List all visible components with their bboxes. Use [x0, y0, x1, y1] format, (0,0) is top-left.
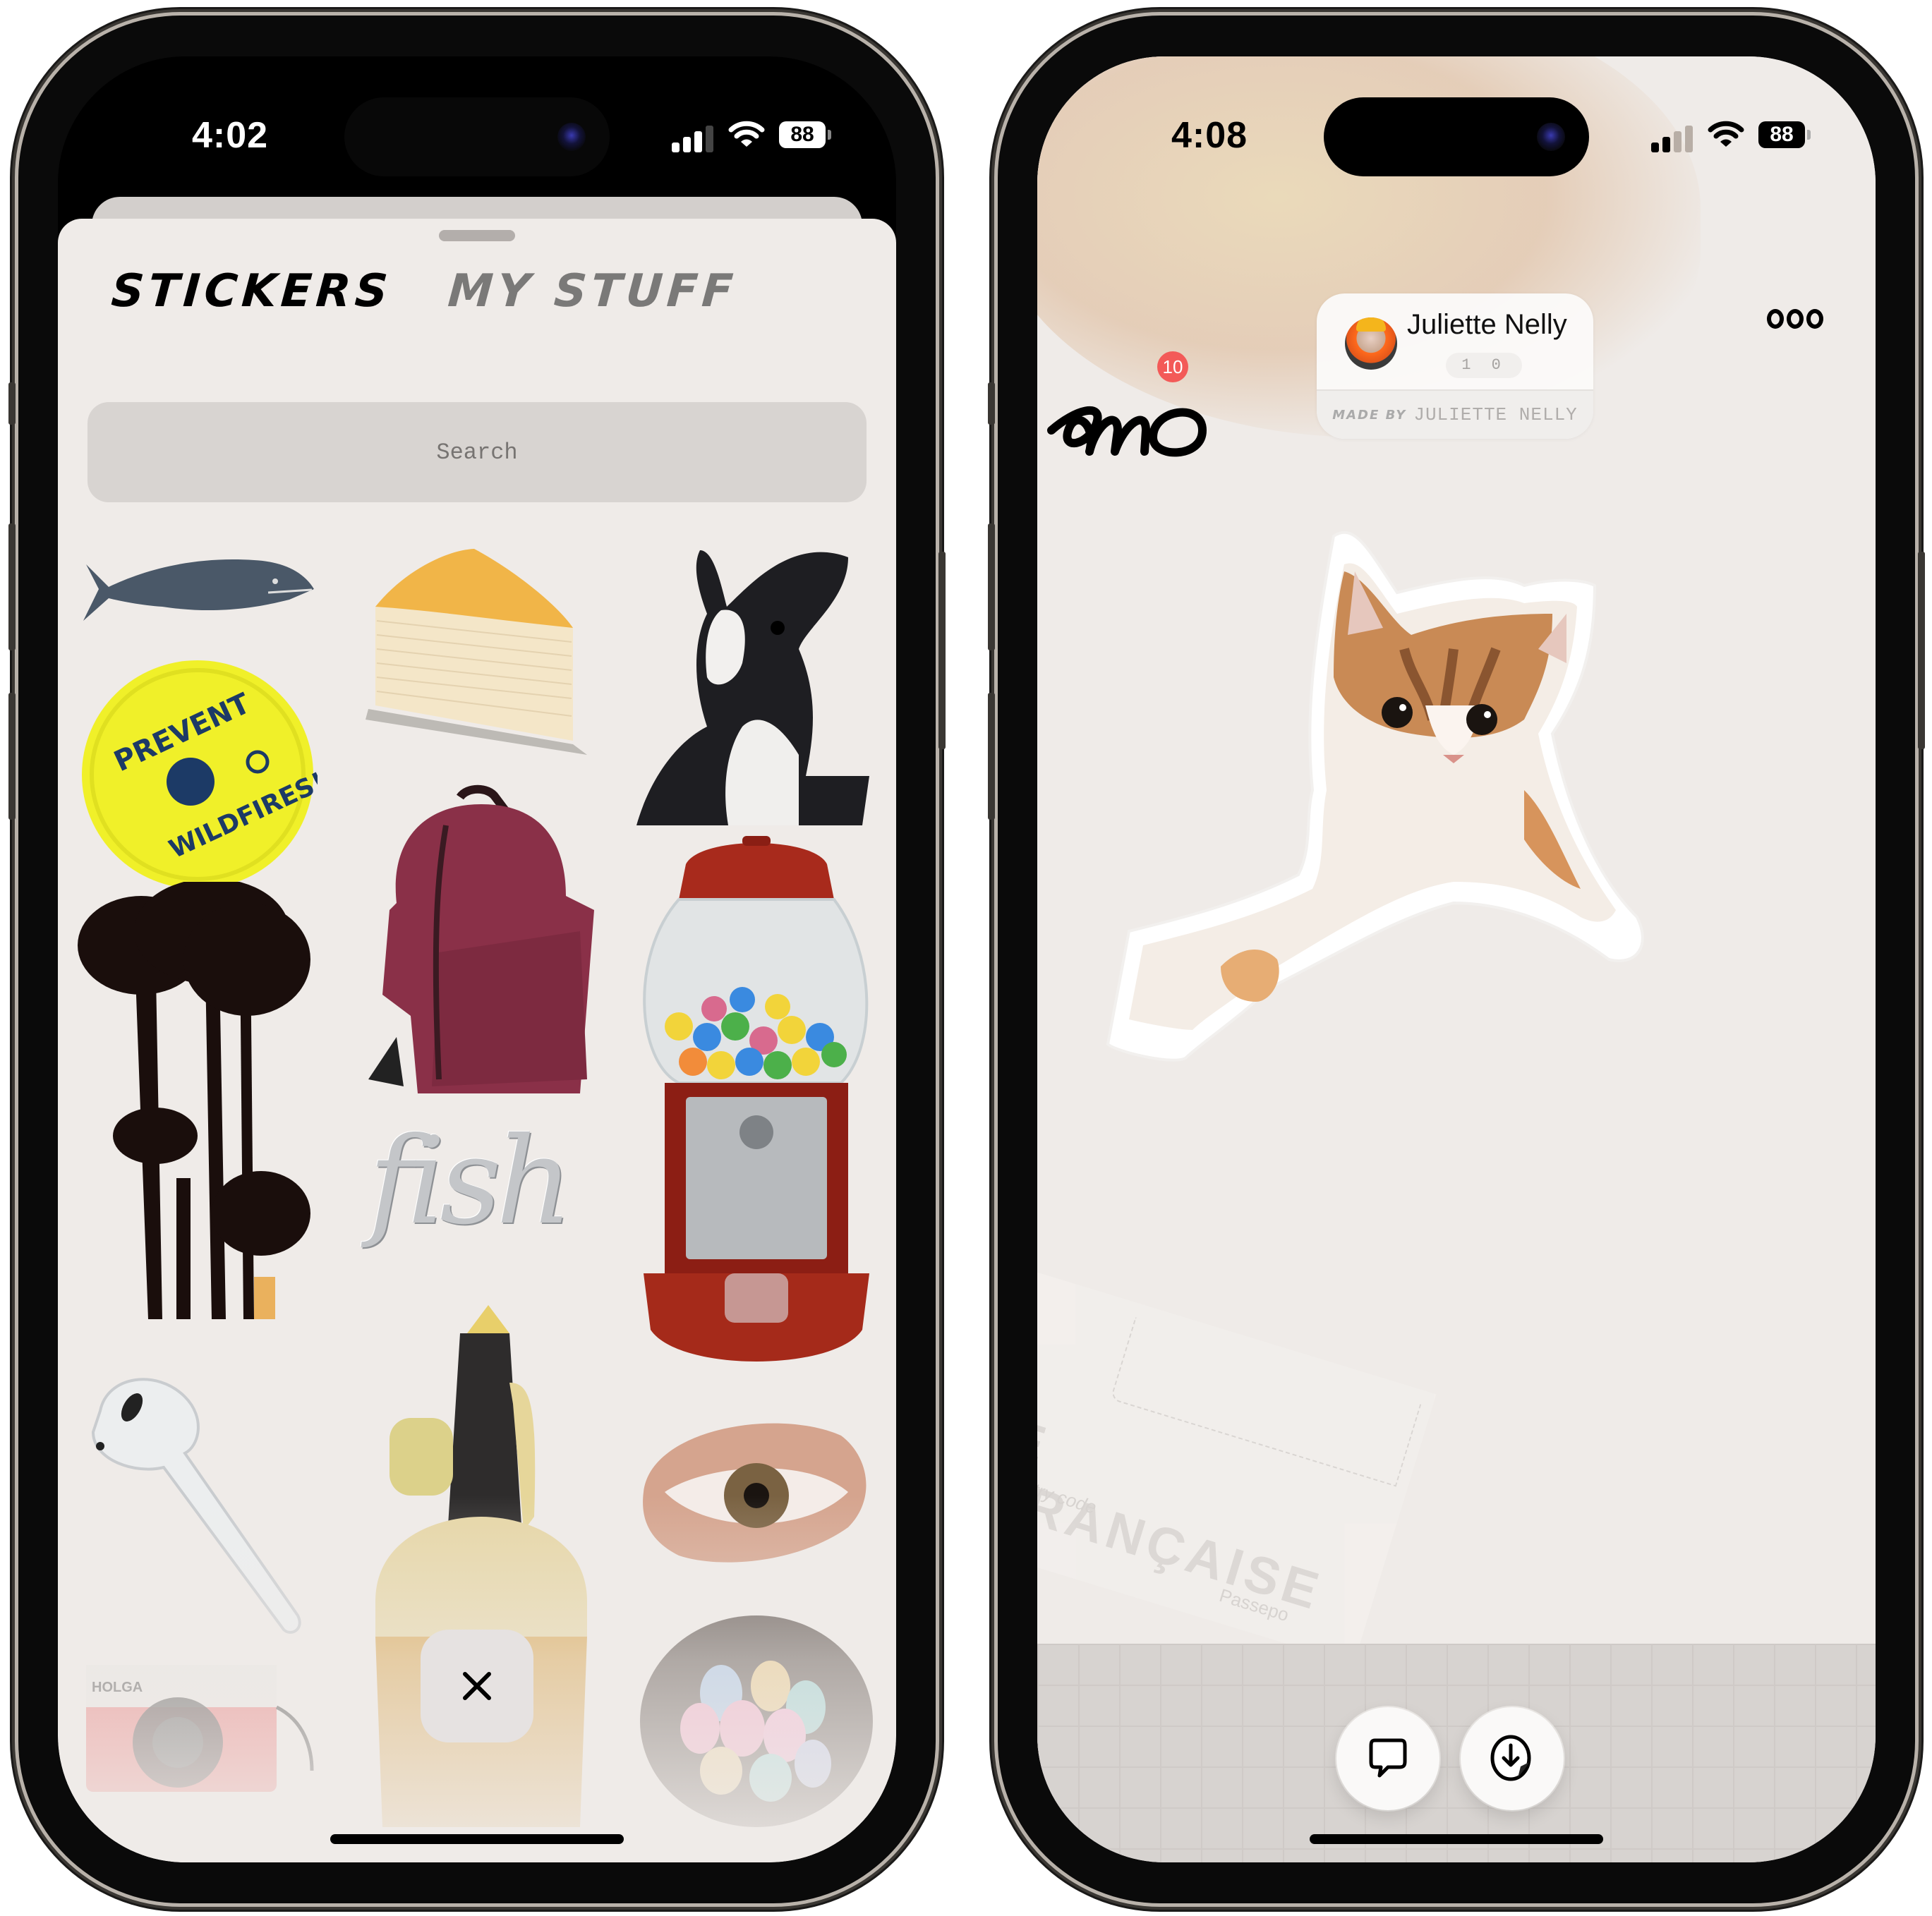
wifi-icon — [728, 121, 765, 147]
volume-down-button — [988, 693, 995, 820]
more-dot-icon — [1806, 309, 1823, 329]
sticker-airpod[interactable] — [79, 1369, 347, 1637]
sticker-rabbit[interactable] — [636, 543, 876, 825]
sticker-palm-trees[interactable] — [78, 882, 318, 1319]
creator-name[interactable]: Juliette Nelly — [1407, 309, 1567, 341]
made-by-row: MADE BY JULIETTE NELLY — [1317, 389, 1593, 439]
action-buttons — [1336, 1707, 1564, 1810]
amo-logo[interactable] — [1047, 381, 1216, 466]
sticker-backpack[interactable] — [354, 783, 615, 1108]
sticker-kitten[interactable] — [1101, 508, 1708, 1115]
sticker-holga-camera[interactable]: HOLGA — [79, 1651, 319, 1806]
phone-left: 4:02 88 STICKERS MY STUFF Search PREVENT… — [8, 16, 946, 1903]
sticker-sheet: STICKERS MY STUFF Search PREVENT WILDFIR… — [58, 219, 896, 1862]
sticker-egg-nest[interactable] — [636, 1601, 876, 1827]
camera-icon — [1537, 123, 1565, 151]
search-input[interactable]: Search — [87, 402, 867, 502]
more-dot-icon — [1767, 309, 1784, 329]
signal-icon — [1651, 124, 1693, 152]
status-time: 4:08 — [1171, 115, 1248, 156]
sheet-grabber[interactable] — [439, 230, 515, 241]
creator-header: Juliette Nelly 1 0 — [1317, 293, 1593, 388]
notification-badge[interactable]: 10 — [1157, 351, 1188, 382]
save-sticker-button[interactable] — [1461, 1707, 1564, 1810]
sheet-tabs: STICKERS MY STUFF — [109, 265, 739, 317]
sticker-fish-text[interactable]: fish — [368, 1111, 608, 1252]
action-button — [988, 382, 995, 425]
comment-button[interactable] — [1336, 1707, 1439, 1810]
search-placeholder: Search — [436, 439, 518, 466]
wifi-icon — [1708, 121, 1744, 147]
volume-down-button — [8, 693, 16, 820]
power-button — [1918, 552, 1925, 749]
made-by-name[interactable]: JULIETTE NELLY — [1413, 404, 1577, 425]
sticker-gumball-machine[interactable] — [636, 836, 876, 1372]
status-bar: 4:02 88 — [58, 56, 896, 176]
signal-icon — [672, 124, 714, 152]
sticker-prevent-wildfires-frisbee[interactable]: PREVENT WILDFIRES! — [78, 656, 318, 896]
camera-brand-text: HOLGA — [92, 1680, 143, 1695]
sticker-crepe-cake[interactable] — [361, 543, 594, 755]
more-options-button[interactable] — [1767, 305, 1823, 333]
home-indicator[interactable] — [1310, 1834, 1603, 1844]
close-button[interactable] — [421, 1630, 533, 1742]
more-dot-icon — [1787, 309, 1804, 329]
tab-my-stuff[interactable]: MY STUFF — [447, 265, 739, 317]
volume-up-button — [8, 523, 16, 650]
sticker-whale[interactable] — [78, 550, 318, 628]
sticker-eye[interactable] — [636, 1414, 876, 1570]
battery-tip — [828, 130, 831, 140]
status-time: 4:02 — [192, 115, 269, 156]
screen-sticker-detail: E FRANÇAISE /Country code Passepo 4:08 8… — [1037, 56, 1876, 1862]
dynamic-island — [344, 97, 610, 176]
power-button — [938, 552, 946, 749]
sticker-soda-siphon[interactable] — [361, 1305, 601, 1827]
made-by-label: MADE BY — [1332, 407, 1407, 423]
battery-icon: 88 — [1758, 121, 1805, 148]
screen-stickers: 4:02 88 STICKERS MY STUFF Search PREVENT… — [58, 56, 896, 1862]
creator-avatar[interactable] — [1345, 317, 1397, 370]
creator-card[interactable]: Juliette Nelly 1 0 MADE BY JULIETTE NELL… — [1317, 293, 1593, 439]
speech-bubble-icon — [1369, 1738, 1407, 1778]
battery-tip — [1807, 130, 1811, 140]
tab-stickers[interactable]: STICKERS — [109, 265, 393, 317]
download-sticker-icon — [1490, 1735, 1531, 1781]
phone-right: E FRANÇAISE /Country code Passepo 4:08 8… — [988, 16, 1925, 1903]
dynamic-island — [1324, 97, 1589, 176]
close-icon — [463, 1672, 491, 1700]
status-bar: 4:08 88 — [1037, 56, 1876, 176]
volume-up-button — [988, 523, 995, 650]
action-button — [8, 382, 16, 425]
home-indicator[interactable] — [330, 1834, 624, 1844]
camera-icon — [557, 123, 586, 151]
creator-count: 1 0 — [1446, 353, 1522, 378]
battery-icon: 88 — [779, 121, 826, 148]
